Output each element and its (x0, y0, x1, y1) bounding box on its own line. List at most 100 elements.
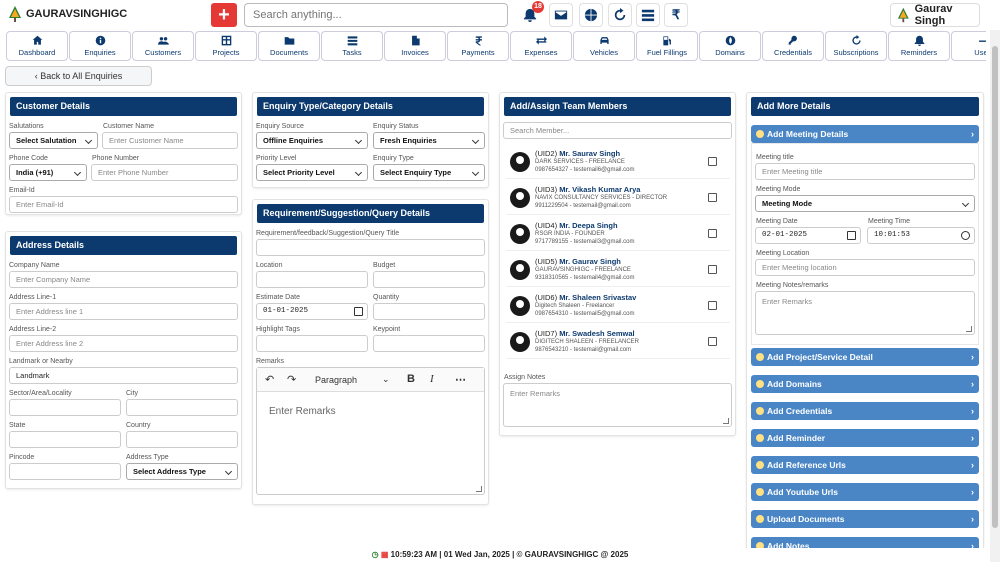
member-row[interactable]: (UID7) Mr. Swadesh Semwal DIGITECH SHALE… (506, 325, 730, 359)
member-row[interactable]: (UID6) Mr. Shaleen Srivastav Digitech Sh… (506, 289, 730, 323)
nav-item-tasks[interactable]: Tasks (321, 31, 383, 61)
resize-handle-icon[interactable] (723, 418, 729, 424)
meeting-time-input[interactable]: 10:01:53 (867, 227, 975, 244)
estimate-date-input[interactable]: 01-01-2025 (256, 303, 368, 320)
nav-item-subscriptions[interactable]: Subscriptions (825, 31, 887, 61)
remarks-editor[interactable]: ↶ ↷ Paragraph ⌄ B I ⋯ Enter Remarks (256, 367, 485, 495)
city-input[interactable] (126, 399, 238, 416)
location-input[interactable] (256, 271, 368, 288)
resize-handle-icon[interactable] (966, 326, 972, 332)
nav-item-domains[interactable]: Domains (699, 31, 761, 61)
country-input[interactable] (126, 431, 238, 448)
brand[interactable]: GAURAVSINGHIGC (8, 6, 127, 22)
member-checkbox[interactable] (708, 229, 717, 238)
address-line1-input[interactable]: Enter Address line 1 (9, 303, 238, 320)
member-checkbox[interactable] (708, 301, 717, 310)
member-row[interactable]: (UID3) Mr. Vikash Kumar Arya NAVIX CONSU… (506, 181, 730, 215)
globe-button[interactable] (579, 3, 603, 27)
nav-item-projects[interactable]: Projects (195, 31, 257, 61)
estimate-date-value: 01-01-2025 (263, 307, 309, 315)
section-add-reminder[interactable]: Add Reminder › (751, 429, 979, 447)
nav-item-documents[interactable]: Documents (258, 31, 320, 61)
back-to-enquiries-button[interactable]: ‹ Back to All Enquiries (5, 66, 152, 86)
member-checkbox[interactable] (708, 337, 717, 346)
refresh-button[interactable] (608, 3, 632, 27)
landmark-input[interactable]: Landmark (9, 367, 238, 384)
notifications-button[interactable]: 18 (518, 1, 544, 27)
rupee-button[interactable]: ₹ (664, 3, 688, 27)
section-add-credentials[interactable]: Add Credentials › (751, 402, 979, 420)
member-row[interactable]: (UID4) Mr. Deepa Singh RSGR INDIA - FOUN… (506, 217, 730, 251)
chevron-right-icon: › (971, 514, 974, 524)
mail-button[interactable] (549, 3, 573, 27)
enquiry-type-select[interactable]: Select Enquiry Type (373, 164, 485, 181)
salutation-select[interactable]: Select Salutation (9, 132, 98, 149)
nav-item-expenses[interactable]: Expenses (510, 31, 572, 61)
resize-handle-icon[interactable] (476, 486, 482, 492)
more-icon[interactable]: ⋯ (455, 373, 466, 386)
search-input[interactable] (244, 3, 508, 27)
member-row[interactable]: (UID2) Mr. Saurav Singh DARK SERVICES - … (506, 145, 730, 179)
phone-code-select[interactable]: India (+91) (9, 164, 87, 181)
member-company: Digitech Shaleen - Freelancer (535, 303, 615, 309)
nav-item-usef[interactable]: Usef (951, 31, 986, 61)
member-checkbox[interactable] (708, 265, 717, 274)
pincode-input[interactable] (9, 463, 121, 480)
redo-icon[interactable]: ↷ (287, 373, 296, 386)
nav-item-dashboard[interactable]: Dashboard (6, 31, 68, 61)
state-input[interactable] (9, 431, 121, 448)
assign-notes-textarea[interactable]: Enter Remarks (503, 383, 732, 427)
nav-item-enquiries[interactable]: Enquiries (69, 31, 131, 61)
customer-name-input[interactable]: Enter Customer Name (102, 132, 238, 149)
user-menu[interactable]: Gaurav Singh (890, 3, 980, 27)
member-checkbox[interactable] (708, 193, 717, 202)
member-checkbox[interactable] (708, 157, 717, 166)
section-add-youtube-urls[interactable]: Add Youtube Urls › (751, 483, 979, 501)
priority-select[interactable]: Select Priority Level (256, 164, 368, 181)
meeting-date-input[interactable]: 02-01-2025 (755, 227, 861, 244)
tags-input[interactable] (256, 335, 368, 352)
more-details-title: Add More Details (751, 97, 979, 116)
enquiry-source-select[interactable]: Offline Enquiries (256, 132, 368, 149)
nav-item-fuel-fillings[interactable]: Fuel Fillings (636, 31, 698, 61)
email-input[interactable]: Enter Email-Id (9, 196, 238, 213)
scrollbar-thumb[interactable] (992, 46, 998, 528)
meeting-notes-textarea[interactable]: Enter Remarks (755, 291, 975, 335)
req-title-input[interactable] (256, 239, 485, 256)
meeting-location-input[interactable]: Enter Meeting location (755, 259, 975, 276)
meeting-mode-select[interactable]: Meeting Mode (755, 195, 975, 212)
section-upload-documents[interactable]: Upload Documents › (751, 510, 979, 528)
member-search-input[interactable]: Search Member... (503, 122, 732, 139)
member-avatar (510, 188, 530, 208)
nav-item-reminders[interactable]: Reminders (888, 31, 950, 61)
undo-icon[interactable]: ↶ (265, 373, 274, 386)
bold-icon[interactable]: B (407, 373, 415, 385)
phone-number-input[interactable]: Enter Phone Number (91, 164, 238, 181)
nav-label: Payments (461, 48, 495, 57)
section-add-domains[interactable]: Add Domains › (751, 375, 979, 393)
phone-code-label: Phone Code (9, 155, 48, 162)
company-input[interactable]: Enter Company Name (9, 271, 238, 288)
paragraph-select[interactable]: Paragraph (315, 375, 357, 385)
section-add-reference-urls[interactable]: Add Reference Urls › (751, 456, 979, 474)
section-add-project-service-detail[interactable]: Add Project/Service Detail › (751, 348, 979, 366)
member-uid: (UID2) (535, 149, 558, 158)
nav-item-payments[interactable]: Payments (447, 31, 509, 61)
nav-item-invoices[interactable]: Invoices (384, 31, 446, 61)
nav-item-vehicles[interactable]: Vehicles (573, 31, 635, 61)
quick-add-button[interactable]: + (211, 3, 237, 27)
sector-input[interactable] (9, 399, 121, 416)
enquiry-status-select[interactable]: Fresh Enquiries (373, 132, 485, 149)
meeting-title-input[interactable]: Enter Meeting title (755, 163, 975, 180)
quantity-input[interactable] (373, 303, 485, 320)
italic-icon[interactable]: I (430, 373, 434, 385)
address-type-select[interactable]: Select Address Type (126, 463, 238, 480)
meeting-details-accordion[interactable]: Add Meeting Details › (751, 125, 979, 143)
nav-item-credentials[interactable]: Credentials (762, 31, 824, 61)
nav-item-customers[interactable]: Customers (132, 31, 194, 61)
member-row[interactable]: (UID5) Mr. Gaurav Singh GAURAVSINGHIGC -… (506, 253, 730, 287)
keypoint-input[interactable] (373, 335, 485, 352)
budget-input[interactable] (373, 271, 485, 288)
server-button[interactable] (636, 3, 660, 27)
address-line2-input[interactable]: Enter Address line 2 (9, 335, 238, 352)
